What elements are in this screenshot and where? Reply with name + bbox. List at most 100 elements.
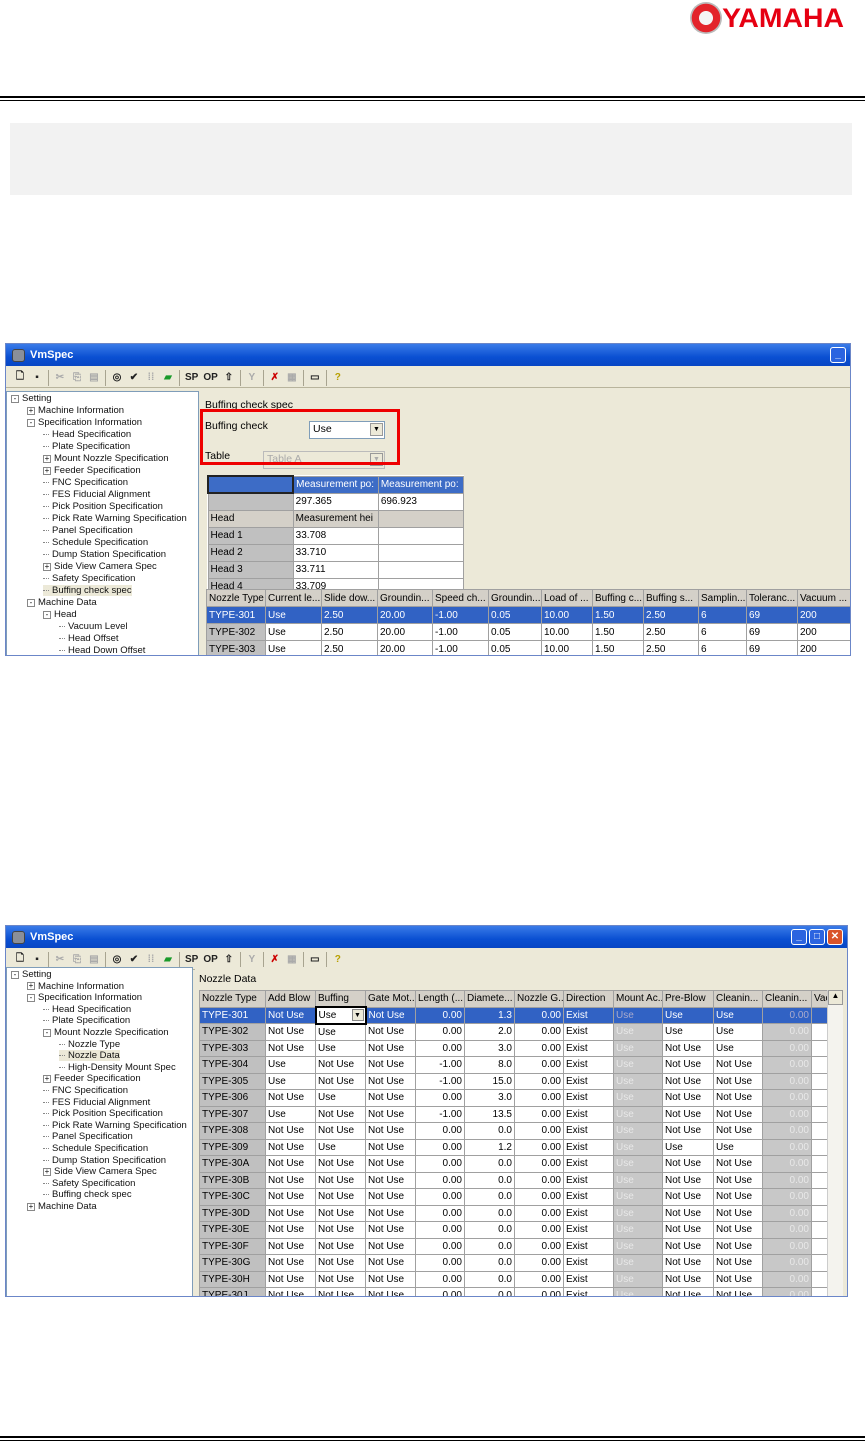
table-cell[interactable]: Exist: [563, 1089, 614, 1107]
column-header[interactable]: Speed ch...: [432, 589, 489, 607]
table-cell[interactable]: Use: [713, 1023, 763, 1041]
new-file-icon[interactable]: 🗋: [14, 951, 26, 968]
collapse-icon[interactable]: -: [11, 970, 19, 979]
table-cell[interactable]: 0.0: [464, 1237, 515, 1255]
table-cell[interactable]: 0.00: [415, 1023, 465, 1041]
table-cell[interactable]: Not Use: [662, 1039, 714, 1057]
table-row[interactable]: TYPE-30J Not Use Not Use Not Use 0.00 0.0 0.00…: [199, 1287, 828, 1296]
table-cell[interactable]: 0.00: [415, 1006, 465, 1024]
tree-item[interactable]: + Side View Camera Spec: [43, 561, 157, 572]
row-header[interactable]: TYPE-30G: [199, 1254, 266, 1272]
tree-item[interactable]: + Feeder Specification: [43, 465, 141, 476]
table-cell[interactable]: 200: [797, 623, 850, 641]
check-target-icon[interactable]: ✔: [128, 954, 140, 965]
table-cell[interactable]: Not Use: [365, 1287, 416, 1296]
table-cell[interactable]: Use: [315, 1039, 366, 1057]
table-cell[interactable]: 0.00: [415, 1221, 465, 1239]
table-cell[interactable]: 0.00: [762, 1089, 812, 1107]
cut-icon[interactable]: ✂: [54, 372, 66, 383]
cut-icon[interactable]: ✂: [54, 954, 66, 965]
table-cell[interactable]: Not Use: [662, 1122, 714, 1140]
table-cell[interactable]: -1.00: [415, 1056, 465, 1074]
table-cell[interactable]: 1.50: [592, 623, 644, 641]
tree-item[interactable]: + Machine Information: [27, 405, 124, 416]
table-row[interactable]: TYPE-30H Not Use Not Use Not Use 0.00 0.0 0.00…: [199, 1270, 828, 1288]
column-header[interactable]: Slide dow...: [321, 589, 378, 607]
table-cell[interactable]: Use: [315, 1023, 366, 1041]
table-cell[interactable]: Exist: [563, 1221, 614, 1239]
table-cell[interactable]: 0.00: [415, 1089, 465, 1107]
save-icon[interactable]: ▪: [31, 954, 43, 965]
grid-icon[interactable]: ▦: [286, 954, 298, 965]
tree-item[interactable]: High-Density Mount Spec: [59, 1062, 176, 1073]
table-cell[interactable]: Use: [662, 1023, 714, 1041]
tree-item[interactable]: FES Fiducial Alignment: [43, 489, 150, 500]
table-cell[interactable]: 6: [698, 640, 747, 655]
table-cell[interactable]: 0.00: [762, 1204, 812, 1222]
close-button[interactable]: ✕: [827, 929, 843, 945]
table-cell[interactable]: 0.00: [514, 1204, 564, 1222]
tree-item[interactable]: - Head: [43, 609, 77, 620]
table-row[interactable]: TYPE-305 Use Not Use Not Use -1.00 15.0 0.00 Ex…: [199, 1072, 828, 1090]
column-header[interactable]: Length (...: [415, 990, 465, 1008]
table-cell[interactable]: [811, 1254, 828, 1272]
table-cell[interactable]: Head: [207, 509, 294, 528]
table-cell[interactable]: Use: [265, 606, 322, 624]
tree-item[interactable]: Dump Station Specification: [43, 549, 166, 560]
table-cell[interactable]: Exist: [563, 1270, 614, 1288]
table-cell[interactable]: Not Use: [713, 1188, 763, 1206]
table-cell[interactable]: Not Use: [662, 1237, 714, 1255]
table-cell[interactable]: Not Use: [265, 1089, 316, 1107]
table-cell[interactable]: Not Use: [713, 1171, 763, 1189]
help-icon[interactable]: ?: [332, 954, 344, 965]
table-cell[interactable]: Use: [662, 1138, 714, 1156]
table-cell[interactable]: Use: [613, 1155, 663, 1173]
table-cell[interactable]: 0.00: [514, 1023, 564, 1041]
table-cell[interactable]: Exist: [563, 1105, 614, 1123]
column-header[interactable]: Buffing: [315, 990, 366, 1008]
table-cell[interactable]: Use: [265, 640, 322, 655]
table-cell[interactable]: 0.00: [514, 1188, 564, 1206]
column-header[interactable]: Toleranc...: [746, 589, 798, 607]
row-header[interactable]: TYPE-30E: [199, 1221, 266, 1239]
table-cell[interactable]: Use: [613, 1138, 663, 1156]
table-cell[interactable]: Not Use: [315, 1254, 366, 1272]
table-cell[interactable]: Head 3: [207, 560, 294, 579]
scroll-up-icon[interactable]: ▲: [828, 990, 843, 1005]
tree-item[interactable]: Pick Position Specification: [43, 1108, 163, 1119]
tree-item[interactable]: FES Fiducial Alignment: [43, 1097, 150, 1108]
table-cell[interactable]: Not Use: [315, 1221, 366, 1239]
table-cell[interactable]: Measurement po:: [292, 475, 379, 494]
table-cell[interactable]: Head 2: [207, 543, 294, 562]
table-cell[interactable]: Not Use: [315, 1072, 366, 1090]
table-cell[interactable]: Not Use: [315, 1270, 366, 1288]
table-cell[interactable]: Head 1: [207, 526, 294, 545]
table-cell[interactable]: Exist: [563, 1006, 614, 1024]
table-row[interactable]: TYPE-301 Use 2.50 20.00 -1.00 0.05 10.00 1.50 2.…: [206, 606, 850, 624]
table-cell[interactable]: Not Use: [365, 1254, 416, 1272]
table-cell[interactable]: 0.0: [464, 1254, 515, 1272]
table-cell[interactable]: 0.00: [514, 1254, 564, 1272]
table-cell[interactable]: 10.00: [541, 623, 593, 641]
tree-item[interactable]: Schedule Specification: [43, 537, 148, 548]
table-cell[interactable]: Not Use: [662, 1204, 714, 1222]
help-icon[interactable]: ?: [332, 372, 344, 383]
table-cell[interactable]: 0.00: [762, 1039, 812, 1057]
table-cell[interactable]: 33.710: [292, 543, 379, 562]
collapse-icon[interactable]: -: [27, 598, 35, 607]
table-cell[interactable]: [811, 1171, 828, 1189]
tree-item[interactable]: FNC Specification: [43, 1085, 128, 1096]
column-header[interactable]: Load of ...: [541, 589, 593, 607]
table-cell[interactable]: 0.00: [514, 1056, 564, 1074]
table-cell[interactable]: Not Use: [713, 1122, 763, 1140]
table-cell[interactable]: 0.00: [514, 1287, 564, 1296]
tree-item[interactable]: Dump Station Specification: [43, 1155, 166, 1166]
row-header[interactable]: TYPE-306: [199, 1089, 266, 1107]
table-cell[interactable]: Not Use: [265, 1006, 316, 1024]
table-cell[interactable]: 0.00: [415, 1270, 465, 1288]
table-cell[interactable]: [811, 1089, 828, 1107]
table-cell[interactable]: [811, 1056, 828, 1074]
column-header[interactable]: Buffing s...: [643, 589, 699, 607]
table-cell[interactable]: Use: [613, 1056, 663, 1074]
row-header[interactable]: TYPE-30H: [199, 1270, 266, 1288]
